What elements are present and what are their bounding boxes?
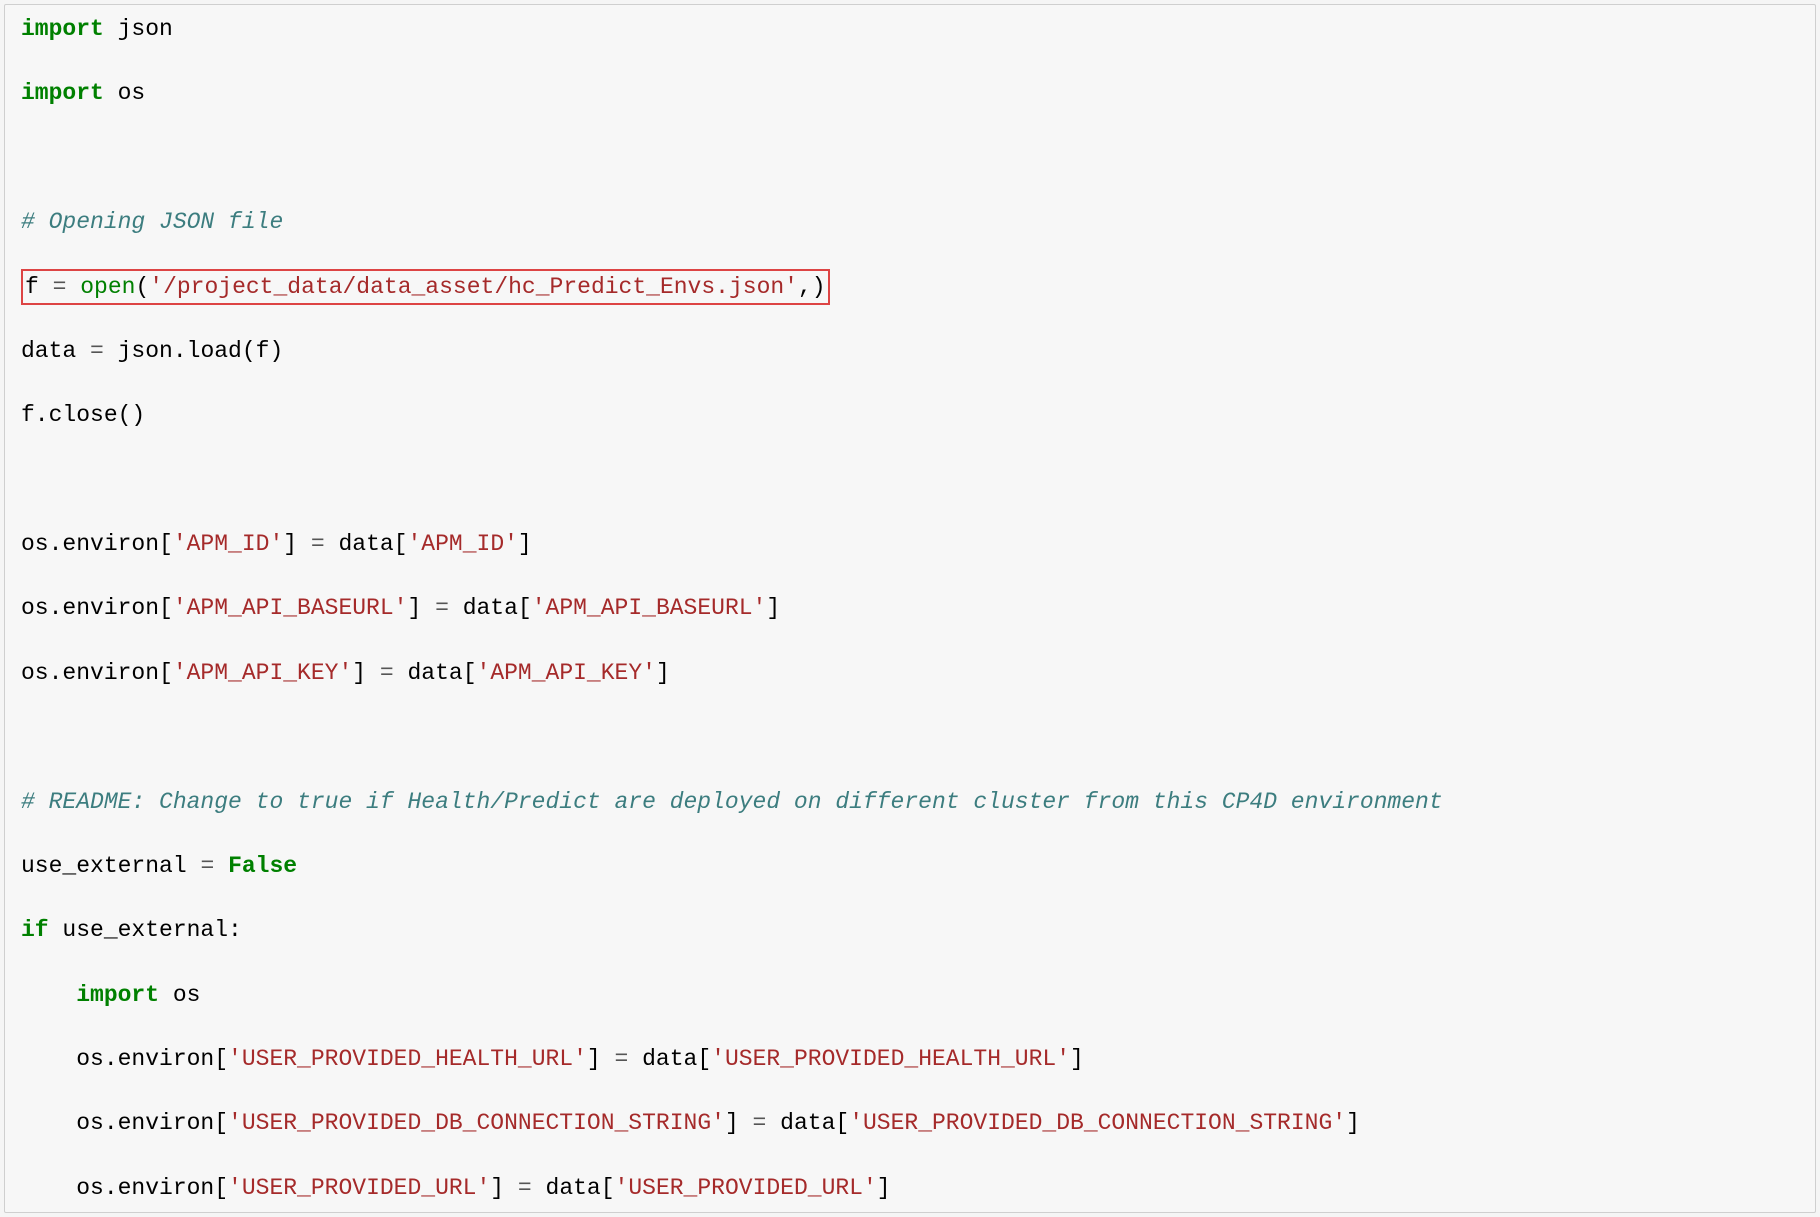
code-line: use_external = False: [21, 850, 1799, 882]
keyword-if: if: [21, 917, 49, 943]
code-line: os.environ['USER_PROVIDED_URL'] = data['…: [21, 1172, 1799, 1204]
code-line: f = open('/project_data/data_asset/hc_Pr…: [21, 271, 1799, 303]
builtin-open: open: [80, 274, 135, 300]
code-line: import os: [21, 77, 1799, 109]
keyword-import: import: [76, 982, 159, 1008]
code-line-comment: # README: Change to true if Health/Predi…: [21, 786, 1799, 818]
code-cell[interactable]: import json import os # Opening JSON fil…: [4, 4, 1816, 1213]
code-line-blank: [21, 464, 1799, 496]
code-line: os.environ['APM_ID'] = data['APM_ID']: [21, 528, 1799, 560]
code-line: if use_external:: [21, 914, 1799, 946]
code-line-blank: [21, 721, 1799, 753]
code-line: f.close(): [21, 399, 1799, 431]
code-line-blank: [21, 142, 1799, 174]
keyword-import: import: [21, 80, 104, 106]
annotation-highlight-box: f = open('/project_data/data_asset/hc_Pr…: [21, 269, 830, 305]
code-line: import json: [21, 13, 1799, 45]
code-line: os.environ['USER_PROVIDED_HEALTH_URL'] =…: [21, 1043, 1799, 1075]
code-line-comment: # Opening JSON file: [21, 206, 1799, 238]
code-line: data = json.load(f): [21, 335, 1799, 367]
code-line: os.environ['APM_API_BASEURL'] = data['AP…: [21, 592, 1799, 624]
code-line: import os: [21, 979, 1799, 1011]
keyword-import: import: [21, 16, 104, 42]
comment: # README: Change to true if Health/Predi…: [21, 789, 1443, 815]
code-line: os.environ['USER_PROVIDED_DB_CONNECTION_…: [21, 1107, 1799, 1139]
comment: # Opening JSON file: [21, 209, 283, 235]
boolean-false: False: [228, 853, 297, 879]
string-literal: '/project_data/data_asset/hc_Predict_Env…: [149, 274, 798, 300]
code-line: os.environ['APM_API_KEY'] = data['APM_AP…: [21, 657, 1799, 689]
